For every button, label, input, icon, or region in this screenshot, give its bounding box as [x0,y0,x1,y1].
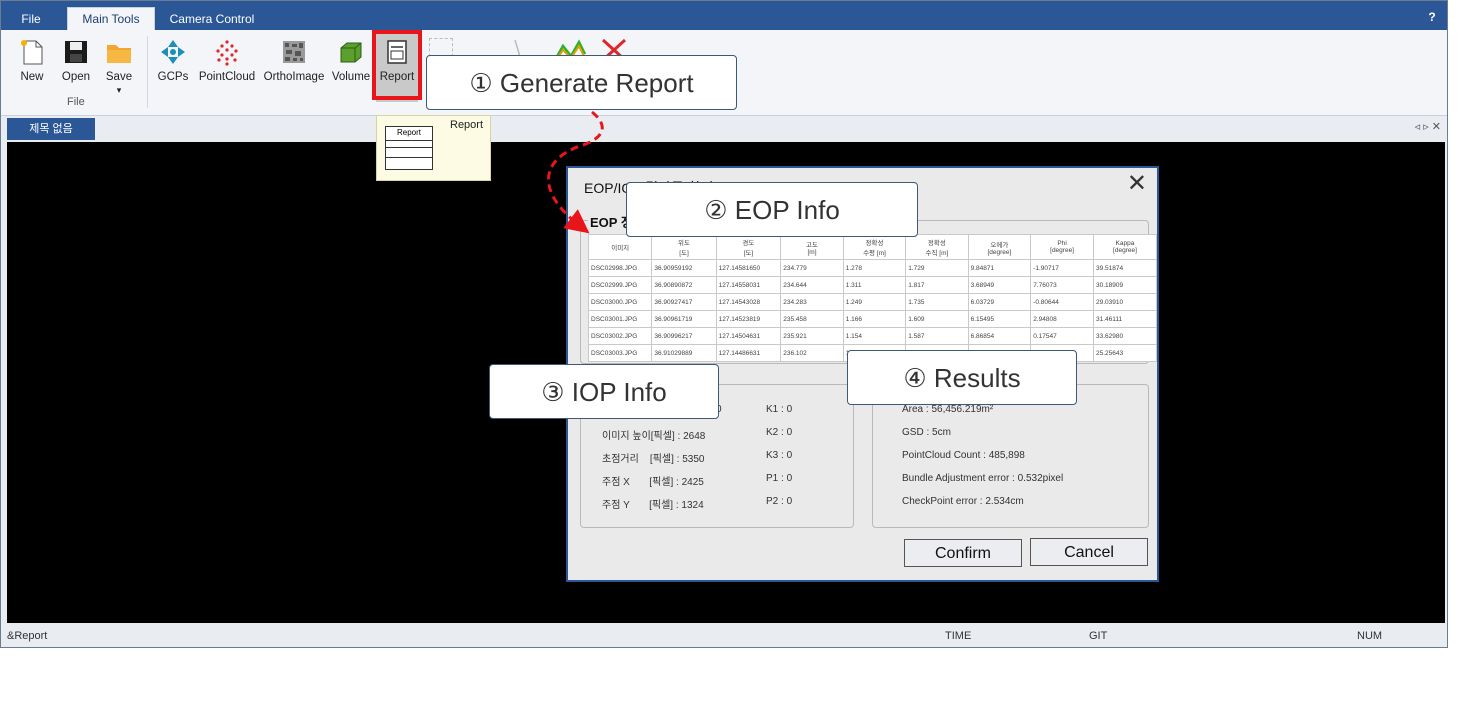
callout-results: ④ Results [847,350,1077,405]
callout-eop-info: ② EOP Info [626,182,918,237]
callout-iop-info: ③ IOP Info [489,364,719,419]
callout-generate-report: ① Generate Report [426,55,737,110]
